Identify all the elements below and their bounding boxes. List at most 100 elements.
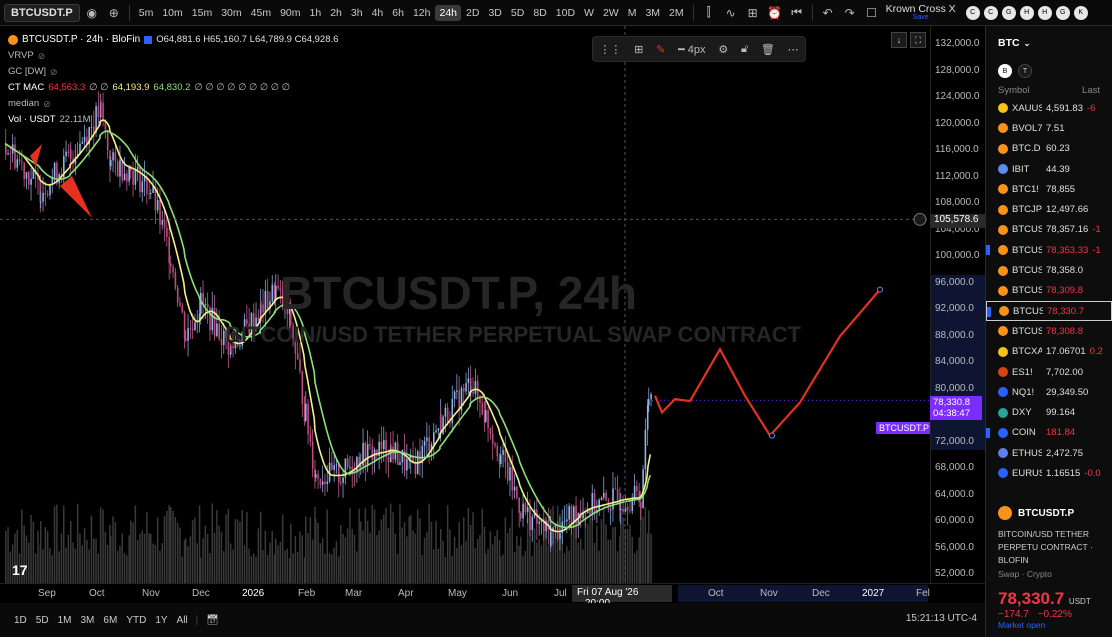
- timeframe-8d[interactable]: 8D: [529, 5, 550, 21]
- alert-icon[interactable]: ⏰: [765, 3, 785, 23]
- symbol-search-button[interactable]: BTCUSDT.P: [4, 3, 80, 22]
- range-1y[interactable]: 1Y: [155, 615, 167, 626]
- compare-add-icon[interactable]: ⊕: [104, 3, 124, 23]
- line-width-button[interactable]: ━ 4px: [678, 43, 705, 56]
- watchlist-row[interactable]: BTCXA 17.06701 0.2: [986, 342, 1112, 362]
- flag-icon[interactable]: [987, 306, 991, 317]
- quick-symbol-button[interactable]: H: [1037, 5, 1052, 20]
- quick-symbol-button[interactable]: K: [1073, 5, 1088, 20]
- quick-symbol-button[interactable]: H: [1019, 5, 1034, 20]
- legend-indicator-gc[interactable]: GC [DW] ⊘: [8, 64, 338, 80]
- timeframe-2w[interactable]: 2W: [599, 5, 623, 21]
- flag-icon[interactable]: [986, 245, 990, 256]
- fullscreen-icon[interactable]: ⛶: [910, 32, 926, 48]
- replay-icon[interactable]: ⏮: [787, 3, 807, 23]
- template-icon[interactable]: ⊞: [634, 43, 643, 56]
- timeframe-90m[interactable]: 90m: [276, 5, 304, 21]
- watchlist-title-button[interactable]: BTC ⌄: [986, 26, 1112, 60]
- time-axis[interactable]: Fri 07 Aug '26 20:00 Sep Oct Nov Dec 2026 Feb…: [0, 583, 985, 609]
- legend-indicator-vrvp[interactable]: VRVP ⊘: [8, 48, 338, 64]
- watchlist-row[interactable]: BTCUS 78,309.8: [986, 281, 1112, 301]
- goto-date-icon[interactable]: 📅︎: [206, 615, 219, 626]
- drag-handle-icon[interactable]: ⋮⋮: [599, 43, 621, 56]
- clock-timezone[interactable]: 15:21:13 UTC-4: [906, 613, 977, 624]
- watchlist-row[interactable]: BTCUS 78,330.7: [986, 300, 1112, 322]
- detail-header[interactable]: BTCUSDT.P: [998, 506, 1101, 520]
- timeframe-4h[interactable]: 4h: [368, 5, 388, 21]
- trash-icon[interactable]: 🗑︎: [761, 43, 775, 56]
- watchlist-row[interactable]: BTC1! 78,855: [986, 179, 1112, 199]
- col-symbol[interactable]: Symbol: [998, 85, 1030, 96]
- tradingview-logo[interactable]: 17: [12, 562, 28, 578]
- range-all[interactable]: All: [177, 615, 188, 626]
- candles-icon[interactable]: ⫿: [699, 3, 719, 23]
- watchlist-row[interactable]: DXY 99.164: [986, 402, 1112, 422]
- range-1m[interactable]: 1M: [58, 615, 72, 626]
- settings-icon[interactable]: ⚙: [718, 43, 728, 56]
- timeframe-15m[interactable]: 15m: [188, 5, 216, 21]
- timeframe-3d[interactable]: 3D: [484, 5, 505, 21]
- watchlist-row[interactable]: NQ1! 29,349.50: [986, 382, 1112, 402]
- eye-off-icon[interactable]: ⊘: [43, 96, 51, 112]
- eye-off-icon[interactable]: ⊘: [50, 64, 58, 80]
- layout-name-button[interactable]: Krown Cross X Save: [886, 4, 956, 22]
- legend-indicator-volume[interactable]: Vol · USDT 22.11M: [8, 112, 338, 128]
- timeframe-1h[interactable]: 1h: [306, 5, 326, 21]
- pencil-color-icon[interactable]: ✎: [656, 43, 665, 56]
- watchlist-row[interactable]: BTC.D 60.23: [986, 139, 1112, 159]
- price-axis[interactable]: 132,000.0 128,000.0 124,000.0 120,000.0 116,…: [930, 26, 985, 583]
- timeframe-5d[interactable]: 5D: [507, 5, 528, 21]
- watchlist-row[interactable]: COIN 181.84: [986, 423, 1112, 443]
- range-1d[interactable]: 1D: [14, 615, 27, 626]
- range-6m[interactable]: 6M: [103, 615, 117, 626]
- watchlist-row[interactable]: ETHUS 2,472.75: [986, 443, 1112, 463]
- watchlist-row[interactable]: BTCUS 78,353.33 -1: [986, 240, 1112, 260]
- timeframe-2d[interactable]: 2D: [462, 5, 483, 21]
- legend-main-row[interactable]: BTCUSDT.P · 24h · BloFin O64,881.6 H65,1…: [8, 32, 338, 48]
- quick-symbol-button[interactable]: C: [965, 5, 980, 20]
- col-last[interactable]: Last: [1082, 85, 1100, 96]
- eye-off-icon[interactable]: ⊘: [38, 48, 46, 64]
- timeframe-2h[interactable]: 2h: [326, 5, 346, 21]
- range-ytd[interactable]: YTD: [126, 615, 146, 626]
- timeframe-10d[interactable]: 10D: [552, 5, 579, 21]
- range-3m[interactable]: 3M: [81, 615, 95, 626]
- timeframe-30m[interactable]: 30m: [217, 5, 245, 21]
- timeframe-w[interactable]: W: [580, 5, 598, 21]
- watchlist-tab[interactable]: B: [998, 64, 1012, 78]
- quick-symbol-button[interactable]: G: [1055, 5, 1070, 20]
- timeframe-24h[interactable]: 24h: [435, 4, 462, 21]
- timeframe-3m[interactable]: 3M: [641, 5, 664, 21]
- watchlist-row[interactable]: ES1! 7,702.00: [986, 362, 1112, 382]
- watchlist-tab[interactable]: T: [1018, 64, 1032, 78]
- timeframe-6h[interactable]: 6h: [388, 5, 408, 21]
- eye-icon[interactable]: ◉: [82, 3, 102, 23]
- indicators-icon[interactable]: ∿: [721, 3, 741, 23]
- timeframe-3h[interactable]: 3h: [347, 5, 367, 21]
- timeframe-10m[interactable]: 10m: [158, 5, 186, 21]
- more-icon[interactable]: ⋯: [788, 43, 799, 56]
- flag-icon[interactable]: [986, 427, 990, 438]
- range-5d[interactable]: 5D: [36, 615, 49, 626]
- templates-icon[interactable]: ⊞: [743, 3, 763, 23]
- watchlist-row[interactable]: BTCUS 78,357.16 -1: [986, 220, 1112, 240]
- timeframe-12h[interactable]: 12h: [409, 5, 435, 21]
- quick-symbol-button[interactable]: G: [1001, 5, 1016, 20]
- timeframe-2m[interactable]: 2M: [665, 5, 688, 21]
- undo-icon[interactable]: ↶: [818, 3, 838, 23]
- timeframe-5m[interactable]: 5m: [135, 5, 158, 21]
- timeframe-m[interactable]: M: [624, 5, 641, 21]
- lock-icon[interactable]: 🔓︎: [741, 43, 748, 56]
- legend-indicator-median[interactable]: median ⊘: [8, 96, 338, 112]
- watchlist-row[interactable]: BTCUS 78,358.0: [986, 260, 1112, 280]
- chart-pane[interactable]: BTCUSDT.P, 24h BITCOIN/USD TETHER PERPET…: [0, 26, 930, 583]
- watchlist-row[interactable]: IBIT 44.39: [986, 159, 1112, 179]
- legend-indicator-ctmac[interactable]: CT MAC 64,563.3 ∅ ∅ 64,193.9 64,830.2 ∅ …: [8, 80, 338, 96]
- watchlist-row[interactable]: EURUS 1.16515 -0.0: [986, 463, 1112, 483]
- layout-icon[interactable]: ☐: [862, 3, 882, 23]
- watchlist-row[interactable]: BVOL7 7.51: [986, 118, 1112, 138]
- watchlist-row[interactable]: XAUUS 4,591.83 -6: [986, 98, 1112, 118]
- watchlist-row[interactable]: BTCUS 78,308.8: [986, 321, 1112, 341]
- scroll-down-icon[interactable]: ↓: [891, 32, 907, 48]
- timeframe-45m[interactable]: 45m: [247, 5, 275, 21]
